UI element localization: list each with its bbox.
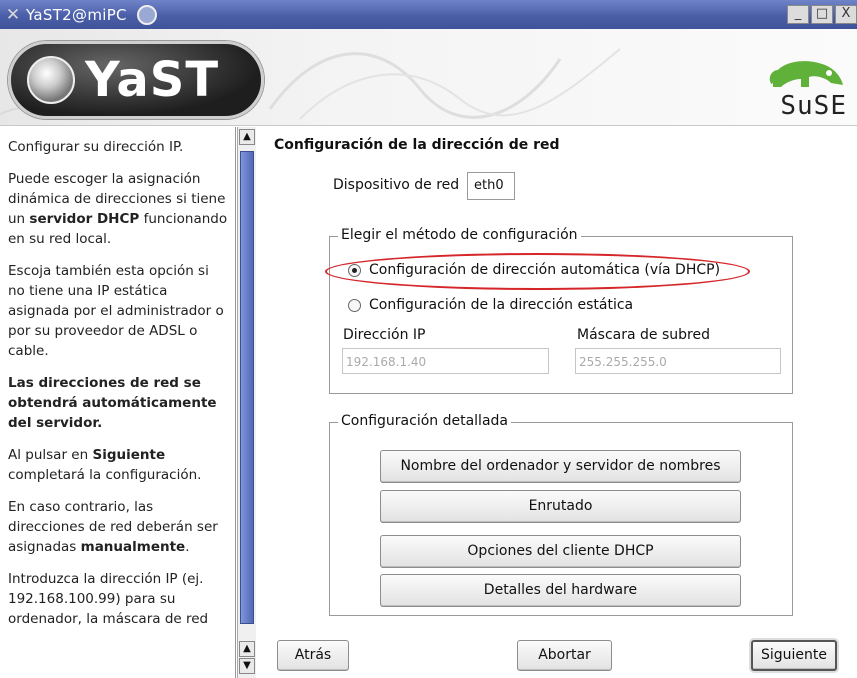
device-label: Dispositivo de red: [333, 177, 460, 193]
help-scrollbar[interactable]: ▲ ▲ ▼: [237, 127, 256, 678]
scroll-up-icon[interactable]: ▲: [239, 641, 255, 657]
ip-input[interactable]: 192.168.1.40: [342, 348, 549, 374]
scroll-down-icon[interactable]: ▼: [239, 658, 255, 674]
radio-static-option[interactable]: Configuración de la dirección estática: [348, 297, 633, 313]
routing-button[interactable]: Enrutado: [380, 490, 741, 523]
config-method-legend: Elegir el método de configuración: [338, 227, 581, 243]
scroll-thumb[interactable]: [240, 151, 254, 624]
radio-selected-icon[interactable]: [348, 263, 361, 277]
help-text: Puede escoger la asignación dinámica de …: [8, 171, 228, 247]
radio-static-label: Configuración de la dirección estática: [369, 297, 634, 313]
help-text: En caso contrario, las direcciones de re…: [8, 499, 218, 555]
main-content: Configuración de la dirección de red Dis…: [257, 127, 857, 678]
device-field[interactable]: eth0: [467, 172, 515, 200]
yast-logo: YaST: [8, 41, 264, 119]
abort-button[interactable]: Abortar: [517, 640, 612, 671]
back-button[interactable]: Atrás: [277, 640, 349, 671]
app-menu-icon[interactable]: ✕: [0, 5, 26, 25]
page-title: Configuración de la dirección de red: [274, 137, 560, 153]
radio-dhcp-option[interactable]: Configuración de dirección automática (v…: [348, 262, 720, 278]
radio-dhcp-label: Configuración de dirección automática (v…: [369, 262, 721, 278]
next-button[interactable]: Siguiente: [751, 640, 837, 671]
mask-label: Máscara de subred: [577, 327, 710, 343]
yast-header-banner: YaST SuSE: [0, 29, 857, 126]
suse-chameleon-icon: [136, 4, 157, 25]
yast-logo-text: YaST: [85, 52, 220, 108]
help-text: Introduzca la dirección IP (ej. 192.168.…: [8, 571, 209, 627]
hostname-dns-button[interactable]: Nombre del ordenador y servidor de nombr…: [380, 450, 741, 483]
dhcp-client-options-button[interactable]: Opciones del cliente DHCP: [380, 535, 741, 568]
scroll-up-icon[interactable]: ▲: [239, 129, 255, 145]
help-text: Configurar su dirección IP.: [8, 139, 184, 155]
window-titlebar[interactable]: ✕ YaST2@miPC _ □ X: [0, 0, 857, 29]
help-text: Escoja también esta opción si no tiene u…: [8, 263, 224, 359]
detailed-config-legend: Configuración detallada: [338, 413, 511, 429]
mask-input[interactable]: 255.255.255.0: [575, 348, 781, 374]
yast-ball-icon: [27, 56, 75, 104]
help-text-bold: Las direcciones de red se obtendrá autom…: [8, 375, 217, 431]
window-title: YaST2@miPC: [26, 5, 127, 24]
suse-logo-text: SuSE: [780, 91, 847, 121]
help-text: Al pulsar en Siguiente completará la con…: [8, 447, 202, 483]
radio-unselected-icon[interactable]: [348, 298, 361, 312]
maximize-button[interactable]: □: [811, 5, 833, 24]
ip-label: Dirección IP: [343, 327, 426, 343]
close-button[interactable]: X: [835, 5, 857, 24]
hardware-details-button[interactable]: Detalles del hardware: [380, 574, 741, 607]
minimize-button[interactable]: _: [787, 5, 809, 24]
help-panel: Configurar su dirección IP. Puede escoge…: [0, 127, 236, 678]
